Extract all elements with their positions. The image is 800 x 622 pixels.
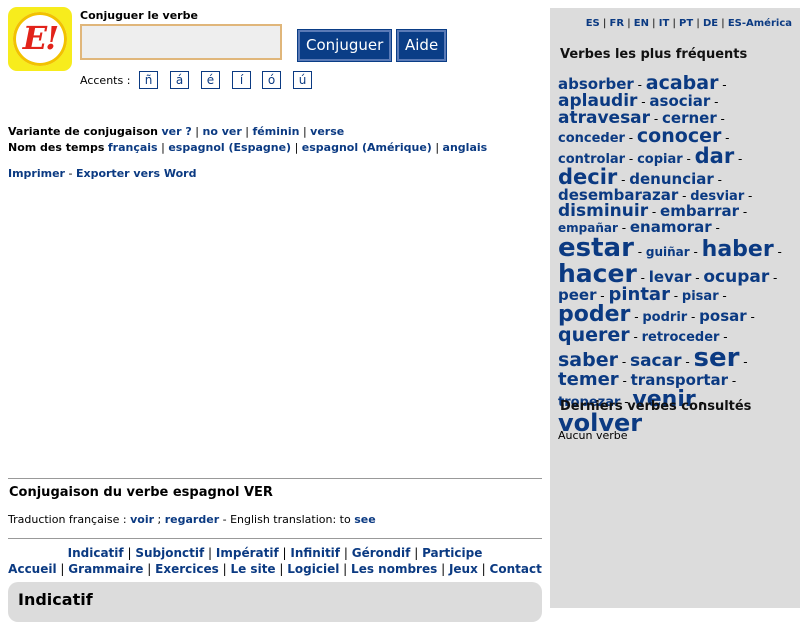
nav-grammaire[interactable]: Grammaire — [68, 562, 143, 576]
nav-gerondif[interactable]: Gérondif — [352, 546, 411, 560]
verb-link-pisar[interactable]: pisar — [682, 289, 719, 304]
verb-link-podrir[interactable]: podrir — [642, 310, 687, 325]
verb-link-posar[interactable]: posar — [699, 307, 747, 325]
verb-link-acabar[interactable]: acabar — [646, 72, 719, 94]
nav-participe[interactable]: Participe — [422, 546, 482, 560]
tenses-link-francais[interactable]: français — [108, 141, 158, 154]
nav-logiciel[interactable]: Logiciel — [287, 562, 339, 576]
verb-link-enamorar[interactable]: enamorar — [630, 218, 712, 236]
actions-line: Imprimer - Exporter vers Word — [8, 167, 197, 180]
nav-imperatif[interactable]: Impératif — [216, 546, 279, 560]
search-title: Conjuguer le verbe — [80, 9, 198, 22]
variant-link-feminin[interactable]: féminin — [253, 125, 300, 138]
language-links: ES | FR | EN | IT | PT | DE | ES-América — [585, 18, 792, 29]
verb-link-conceder[interactable]: conceder — [558, 131, 625, 146]
variant-line: Variante de conjugaison ver ? | no ver |… — [8, 125, 345, 138]
site-nav: Accueil | Grammaire | Exercices | Le sit… — [8, 562, 542, 576]
divider — [8, 538, 542, 539]
tenses-link-anglais[interactable]: anglais — [443, 141, 488, 154]
site-logo[interactable]: E! — [8, 7, 72, 71]
logo-text: E! — [22, 19, 59, 57]
accents-label: Accents : — [80, 74, 131, 87]
lang-pt[interactable]: PT — [679, 18, 693, 29]
verb-link-ocupar[interactable]: ocupar — [703, 267, 769, 287]
translation-link-voir[interactable]: voir — [130, 513, 154, 526]
verb-link-dar[interactable]: dar — [695, 144, 735, 168]
translation-link-regarder[interactable]: regarder — [165, 513, 219, 526]
accent-button-e-acute[interactable]: é — [201, 71, 220, 89]
verb-link-haber[interactable]: haber — [702, 237, 774, 262]
accent-button-u-acute[interactable]: ú — [293, 71, 312, 89]
variant-link-ver-question[interactable]: ver ? — [162, 125, 192, 138]
variant-link-verse[interactable]: verse — [310, 125, 344, 138]
tenses-line: Nom des temps français | espagnol (Espag… — [8, 141, 488, 154]
conjugation-heading: Conjugaison du verbe espagnol VER — [9, 485, 273, 500]
divider — [8, 478, 542, 479]
verb-link-querer[interactable]: querer — [558, 324, 630, 346]
english-translation-link[interactable]: see — [354, 513, 375, 526]
help-button[interactable]: Aide — [397, 30, 447, 61]
indicatif-section: Indicatif — [8, 582, 542, 622]
verb-link-temer[interactable]: temer — [558, 369, 619, 390]
translation-line: Traduction française : voir ; regarder -… — [8, 513, 376, 526]
frequent-verbs-title: Verbes les plus fréquents — [560, 47, 748, 62]
verb-link-sacar[interactable]: sacar — [630, 351, 682, 371]
verb-link-saber[interactable]: saber — [558, 349, 618, 371]
nav-subjonctif[interactable]: Subjonctif — [135, 546, 204, 560]
recent-verbs-title: Derniers verbes consultés — [560, 399, 752, 414]
nav-les-nombres[interactable]: Les nombres — [351, 562, 437, 576]
translation-label: Traduction française : — [8, 513, 127, 526]
nav-le-site[interactable]: Le site — [230, 562, 275, 576]
lang-en[interactable]: EN — [634, 18, 649, 29]
conjugate-button[interactable]: Conjuguer — [298, 30, 392, 61]
export-word-link[interactable]: Exporter vers Word — [76, 167, 196, 180]
nav-indicatif[interactable]: Indicatif — [68, 546, 124, 560]
tenses-link-espagnol-espagne[interactable]: espagnol (Espagne) — [168, 141, 291, 154]
lang-es-america[interactable]: ES-América — [728, 18, 792, 29]
verb-link-guiñar[interactable]: guiñar — [646, 245, 690, 259]
nav-infinitif[interactable]: Infinitif — [290, 546, 340, 560]
sidebar: ES | FR | EN | IT | PT | DE | ES-América… — [550, 8, 800, 608]
lang-it[interactable]: IT — [659, 18, 670, 29]
lang-es[interactable]: ES — [586, 18, 600, 29]
verb-search-input[interactable] — [80, 24, 282, 60]
verb-cloud: absorber - acabar - aplaudir - asociar -… — [558, 72, 782, 437]
english-translation-label: - English translation: to — [222, 513, 351, 526]
lang-de[interactable]: DE — [703, 18, 718, 29]
variant-label: Variante de conjugaison — [8, 125, 159, 138]
mood-nav: Indicatif | Subjonctif | Impératif | Inf… — [67, 546, 483, 560]
lang-fr[interactable]: FR — [610, 18, 625, 29]
accent-button-n-tilde[interactable]: ñ — [139, 71, 158, 89]
verb-link-copiar[interactable]: copiar — [637, 152, 683, 167]
nav-jeux[interactable]: Jeux — [449, 562, 478, 576]
accent-button-i-acute[interactable]: í — [232, 71, 251, 89]
accent-button-a-acute[interactable]: á — [170, 71, 189, 89]
tenses-label: Nom des temps — [8, 141, 105, 154]
nav-contact[interactable]: Contact — [490, 562, 542, 576]
variant-link-no-ver[interactable]: no ver — [203, 125, 242, 138]
nav-accueil[interactable]: Accueil — [8, 562, 56, 576]
nav-exercices[interactable]: Exercices — [155, 562, 219, 576]
recent-verbs-empty: Aucun verbe — [558, 429, 628, 442]
print-link[interactable]: Imprimer — [8, 167, 65, 180]
verb-link-asociar[interactable]: asociar — [649, 92, 710, 110]
tenses-link-espagnol-amerique[interactable]: espagnol (Amérique) — [302, 141, 432, 154]
accent-button-o-acute[interactable]: ó — [262, 71, 281, 89]
verb-link-ser[interactable]: ser — [693, 343, 739, 373]
